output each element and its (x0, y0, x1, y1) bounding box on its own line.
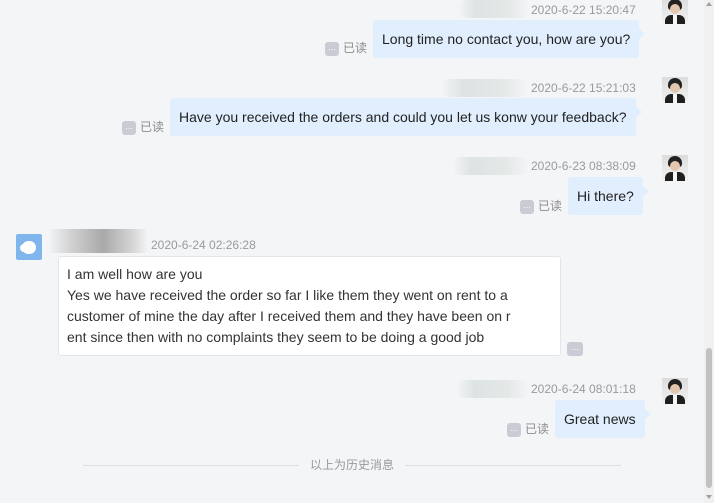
message-timestamp: 2020-6-22 15:20:47 (531, 3, 636, 17)
scroll-up-arrow-icon[interactable] (706, 2, 712, 6)
read-status-label: 已读 (343, 41, 368, 55)
outgoing-message-bubble[interactable]: Have you received the orders and could y… (170, 98, 641, 136)
redacted-sender-name (441, 79, 529, 97)
read-status[interactable]: ... 已读 (520, 198, 562, 214)
history-divider-line-left (83, 465, 299, 466)
contact-avatar[interactable] (16, 234, 42, 260)
avatar-shirt (673, 15, 677, 24)
outgoing-message-bubble[interactable]: Long time no contact you, how are you? (373, 20, 646, 58)
history-divider-label: 以上为历史消息 (309, 458, 394, 472)
read-status-label: 已读 (525, 422, 550, 436)
self-avatar[interactable] (662, 0, 688, 24)
redacted-sender-name (458, 0, 530, 18)
avatar-face (670, 161, 680, 171)
message-timestamp: 2020-6-22 15:21:03 (531, 81, 636, 95)
cloud-icon (22, 241, 36, 254)
history-divider-line-right (405, 465, 621, 466)
outgoing-message-bubble[interactable]: Hi there? (568, 177, 649, 215)
self-avatar[interactable] (662, 378, 688, 404)
outgoing-message-bubble[interactable]: Great news (555, 400, 651, 438)
read-status-label: 已读 (538, 199, 563, 213)
self-avatar[interactable] (662, 155, 688, 181)
incoming-message-bubble[interactable]: I am well how are you Yes we have receiv… (58, 256, 561, 356)
avatar-shirt (673, 94, 677, 103)
ellipsis-icon: ... (520, 199, 534, 214)
redacted-contact-name (48, 229, 148, 253)
chat-history-pane: 2020-6-22 15:20:47 Long time no contact … (0, 0, 704, 503)
avatar-face (670, 384, 680, 394)
avatar-face (670, 4, 680, 14)
avatar-face (670, 83, 680, 93)
message-timestamp: 2020-6-24 08:01:18 (531, 382, 636, 396)
message-line: Yes we have received the order so far I … (67, 287, 508, 303)
scrollbar-thumb[interactable] (706, 348, 712, 488)
vertical-scrollbar[interactable] (704, 0, 714, 503)
message-timestamp: 2020-6-24 02:26:28 (151, 238, 256, 252)
redacted-sender-name (456, 380, 530, 398)
read-status[interactable]: ... 已读 (325, 40, 367, 56)
more-options-button[interactable]: ... (567, 342, 583, 356)
read-status[interactable]: ... 已读 (507, 421, 549, 437)
ellipsis-icon: ... (122, 120, 136, 135)
message-line: I am well how are you (67, 266, 203, 282)
ellipsis-icon: ... (507, 422, 521, 437)
read-status-label: 已读 (140, 120, 165, 134)
message-line: customer of mine the day after I receive… (67, 308, 511, 324)
ellipsis-icon: ... (325, 41, 339, 56)
scroll-down-arrow-icon[interactable] (706, 495, 712, 499)
redacted-sender-name (452, 157, 530, 175)
self-avatar[interactable] (662, 77, 688, 103)
avatar-shirt (673, 172, 677, 181)
read-status[interactable]: ... 已读 (122, 119, 164, 135)
message-line: ent since then with no complaints they s… (67, 329, 485, 345)
message-timestamp: 2020-6-23 08:38:09 (531, 159, 636, 173)
avatar-shirt (673, 395, 677, 404)
